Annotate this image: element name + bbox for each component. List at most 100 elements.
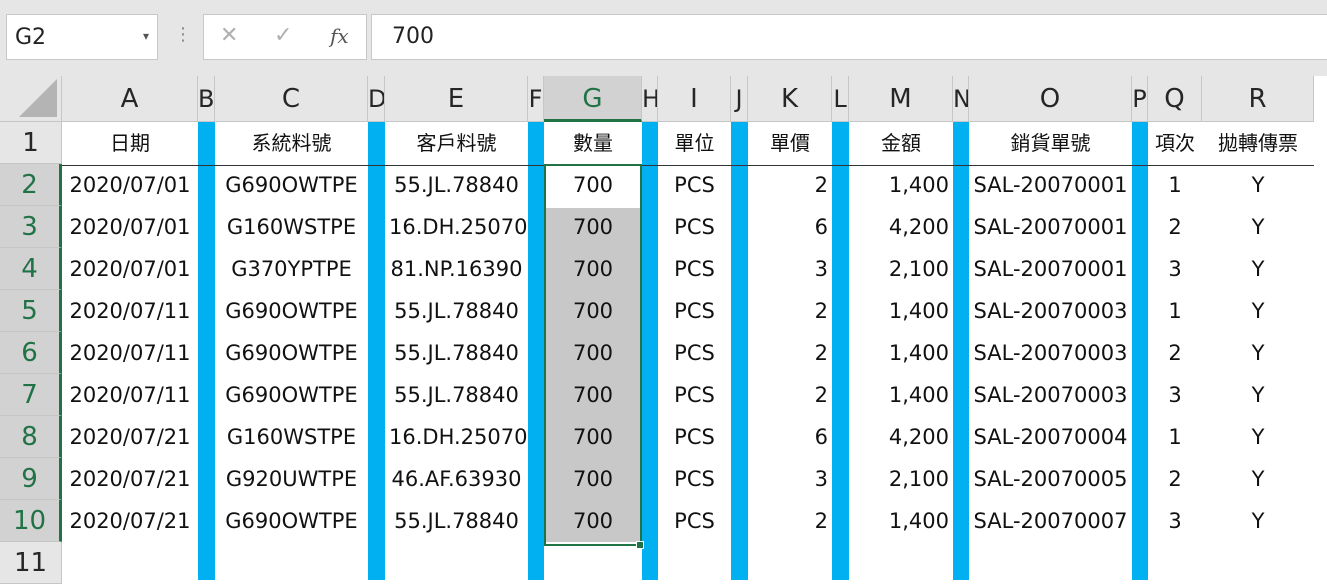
- column-header-l[interactable]: L: [832, 76, 849, 122]
- chevron-down-icon[interactable]: ▾: [143, 29, 149, 43]
- cell-m8[interactable]: 4,200: [849, 416, 953, 458]
- cell-a7[interactable]: 2020/07/11: [62, 374, 198, 416]
- cell-c2[interactable]: G690OWTPE: [215, 164, 368, 206]
- cell-q2[interactable]: 1: [1148, 164, 1202, 206]
- cell-a3[interactable]: 2020/07/01: [62, 206, 198, 248]
- column-header-h[interactable]: H: [642, 76, 658, 122]
- formula-input[interactable]: 700: [371, 14, 1327, 60]
- cell-r2[interactable]: Y: [1202, 164, 1314, 206]
- row-header-11[interactable]: 11: [0, 542, 62, 584]
- cell-i5[interactable]: PCS: [658, 290, 731, 332]
- header-cell-q[interactable]: 項次: [1148, 122, 1202, 164]
- cell-q8[interactable]: 1: [1148, 416, 1202, 458]
- row-header-7[interactable]: 7: [0, 374, 62, 416]
- cell-g7[interactable]: 700: [544, 374, 642, 416]
- cell-q4[interactable]: 3: [1148, 248, 1202, 290]
- cell-e2[interactable]: 55.JL.78840: [385, 164, 528, 206]
- cell-k8[interactable]: 6: [748, 416, 832, 458]
- cell-i8[interactable]: PCS: [658, 416, 731, 458]
- row-header-3[interactable]: 3: [0, 206, 62, 248]
- cell-g9[interactable]: 700: [544, 458, 642, 500]
- cell-k9[interactable]: 3: [748, 458, 832, 500]
- cell-k4[interactable]: 3: [748, 248, 832, 290]
- cell-c3[interactable]: G160WSTPE: [215, 206, 368, 248]
- cell-q3[interactable]: 2: [1148, 206, 1202, 248]
- cell-r5[interactable]: Y: [1202, 290, 1314, 332]
- cell-k2[interactable]: 2: [748, 164, 832, 206]
- fill-handle[interactable]: [636, 541, 644, 549]
- cell-m4[interactable]: 2,100: [849, 248, 953, 290]
- cell-g6[interactable]: 700: [544, 332, 642, 374]
- header-cell-o[interactable]: 銷貨單號: [969, 122, 1132, 164]
- header-cell-k[interactable]: 單價: [748, 122, 832, 164]
- column-header-g[interactable]: G: [544, 76, 642, 122]
- cell-i10[interactable]: PCS: [658, 500, 731, 542]
- cell-c10[interactable]: G690OWTPE: [215, 500, 368, 542]
- cell-q7[interactable]: 3: [1148, 374, 1202, 416]
- column-header-n[interactable]: N: [953, 76, 969, 122]
- cell-q6[interactable]: 2: [1148, 332, 1202, 374]
- name-box[interactable]: G2 ▾: [6, 14, 158, 60]
- row-header-9[interactable]: 9: [0, 458, 62, 500]
- header-cell-m[interactable]: 金額: [849, 122, 953, 164]
- select-all-button[interactable]: [0, 76, 62, 122]
- row-header-1[interactable]: 1: [0, 122, 62, 164]
- column-header-a[interactable]: A: [62, 76, 198, 122]
- enter-check-icon[interactable]: ✓: [274, 23, 292, 48]
- column-header-j[interactable]: J: [731, 76, 748, 122]
- column-header-p[interactable]: P: [1132, 76, 1148, 122]
- cell-c7[interactable]: G690OWTPE: [215, 374, 368, 416]
- cell-q10[interactable]: 3: [1148, 500, 1202, 542]
- row-header-5[interactable]: 5: [0, 290, 62, 332]
- cell-a8[interactable]: 2020/07/21: [62, 416, 198, 458]
- cell-g8[interactable]: 700: [544, 416, 642, 458]
- cell-a10[interactable]: 2020/07/21: [62, 500, 198, 542]
- cell-g3[interactable]: 700: [544, 206, 642, 248]
- cell-e8[interactable]: 16.DH.25070: [385, 416, 528, 458]
- cell-e4[interactable]: 81.NP.16390: [385, 248, 528, 290]
- cell-o5[interactable]: SAL-20070003: [969, 290, 1132, 332]
- cell-r7[interactable]: Y: [1202, 374, 1314, 416]
- cell-i2[interactable]: PCS: [658, 164, 731, 206]
- cell-o7[interactable]: SAL-20070003: [969, 374, 1132, 416]
- header-cell-a[interactable]: 日期: [62, 122, 198, 164]
- cell-o10[interactable]: SAL-20070007: [969, 500, 1132, 542]
- cell-o2[interactable]: SAL-20070001: [969, 164, 1132, 206]
- cell-o6[interactable]: SAL-20070003: [969, 332, 1132, 374]
- cell-a2[interactable]: 2020/07/01: [62, 164, 198, 206]
- cell-i3[interactable]: PCS: [658, 206, 731, 248]
- cell-c9[interactable]: G920UWTPE: [215, 458, 368, 500]
- header-cell-r[interactable]: 拋轉傳票: [1202, 122, 1314, 164]
- cell-r8[interactable]: Y: [1202, 416, 1314, 458]
- cell-c4[interactable]: G370YPTPE: [215, 248, 368, 290]
- cell-g4[interactable]: 700: [544, 248, 642, 290]
- header-cell-g[interactable]: 數量: [544, 122, 642, 164]
- cell-e7[interactable]: 55.JL.78840: [385, 374, 528, 416]
- column-header-d[interactable]: D: [368, 76, 385, 122]
- cell-k3[interactable]: 6: [748, 206, 832, 248]
- cell-e6[interactable]: 55.JL.78840: [385, 332, 528, 374]
- cell-o8[interactable]: SAL-20070004: [969, 416, 1132, 458]
- cell-g10[interactable]: 700: [544, 500, 642, 542]
- cell-r3[interactable]: Y: [1202, 206, 1314, 248]
- cell-i9[interactable]: PCS: [658, 458, 731, 500]
- row-header-2[interactable]: 2: [0, 164, 62, 206]
- cell-q9[interactable]: 2: [1148, 458, 1202, 500]
- cell-k10[interactable]: 2: [748, 500, 832, 542]
- cell-g5[interactable]: 700: [544, 290, 642, 332]
- cell-r10[interactable]: Y: [1202, 500, 1314, 542]
- cell-e10[interactable]: 55.JL.78840: [385, 500, 528, 542]
- cell-r9[interactable]: Y: [1202, 458, 1314, 500]
- cell-m3[interactable]: 4,200: [849, 206, 953, 248]
- row-header-6[interactable]: 6: [0, 332, 62, 374]
- row-header-10[interactable]: 10: [0, 500, 62, 542]
- cell-a5[interactable]: 2020/07/11: [62, 290, 198, 332]
- cell-e3[interactable]: 16.DH.25070: [385, 206, 528, 248]
- cell-a9[interactable]: 2020/07/21: [62, 458, 198, 500]
- header-cell-e[interactable]: 客戶料號: [385, 122, 528, 164]
- cell-a6[interactable]: 2020/07/11: [62, 332, 198, 374]
- cell-r4[interactable]: Y: [1202, 248, 1314, 290]
- column-header-b[interactable]: B: [198, 76, 215, 122]
- column-header-q[interactable]: Q: [1148, 76, 1202, 122]
- cell-e9[interactable]: 46.AF.63930: [385, 458, 528, 500]
